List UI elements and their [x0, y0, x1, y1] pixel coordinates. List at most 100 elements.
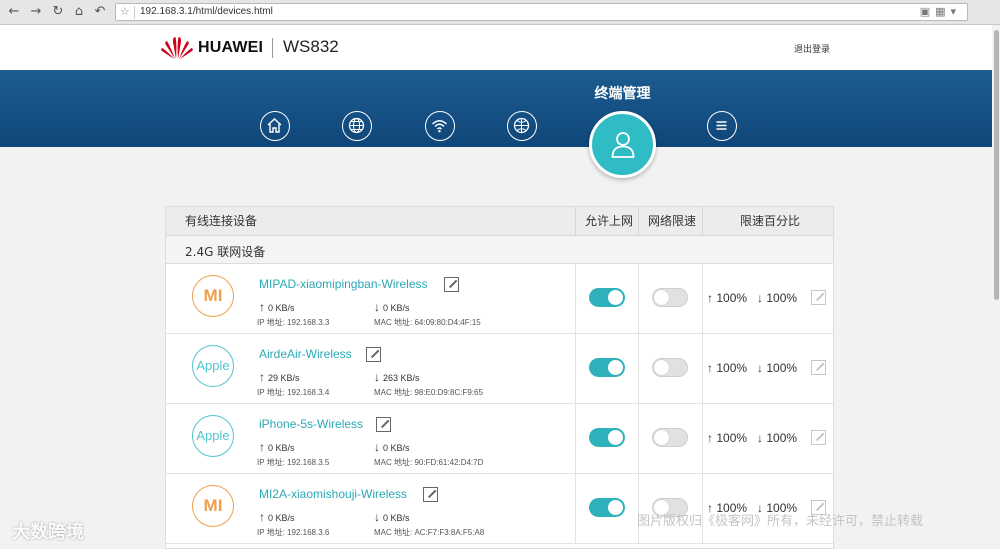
column-divider [702, 474, 703, 544]
device-name: MIPAD-xiaomipingban-Wireless [259, 277, 428, 291]
table-row: MI MI2A-xiaomishouji-Wireless ↑ 0 KB/s ↓ 0… [166, 474, 833, 544]
edit-percent-icon[interactable] [811, 430, 826, 445]
back-icon[interactable]: ← [6, 4, 22, 20]
header-limit: 网络限速 [648, 214, 697, 228]
column-divider [575, 404, 576, 474]
upload-rate: ↑ 0 KB/s [259, 440, 295, 454]
download-percent: ↓ 100% [757, 291, 797, 305]
mac-address: MAC 地址: 90:FD:61:42:D4:7D [374, 458, 484, 467]
edit-name-icon[interactable] [423, 487, 438, 502]
home-icon [267, 118, 282, 133]
upload-percent: ↑ 100% [707, 291, 747, 305]
wifi-icon [432, 120, 447, 133]
table-row: MI MIPAD-xiaomipingban-Wireless ↑ 0 KB/s … [166, 264, 833, 334]
nav-network-button[interactable] [507, 111, 537, 141]
download-arrow-icon: ↓ [757, 291, 763, 305]
allow-internet-toggle[interactable] [589, 498, 625, 517]
download-value: 263 KB/s [383, 373, 420, 383]
scrollbar-thumb[interactable] [994, 30, 999, 300]
header-divider [638, 207, 639, 236]
edit-percent-icon[interactable] [811, 360, 826, 375]
ip-address: IP 地址: 192.168.3.4 [257, 388, 330, 397]
address-tools-icons[interactable]: ▣▦▾ [920, 5, 961, 18]
upload-percent-value: 100% [716, 431, 748, 445]
upload-arrow-icon: ↑ [707, 291, 713, 305]
upload-rate: ↑ 0 KB/s [259, 510, 295, 524]
upload-rate: ↑ 0 KB/s [259, 300, 295, 314]
header-percent: 限速百分比 [740, 214, 801, 228]
nav-more-button[interactable] [707, 111, 737, 141]
url-text[interactable]: 192.168.3.1/html/devices.html [140, 6, 273, 17]
column-divider [702, 264, 703, 334]
menu-icon [716, 121, 727, 130]
device-icon: MI [192, 275, 234, 317]
mac-address: MAC 地址: AC:F7:F3:8A:F5:A8 [374, 528, 485, 537]
allow-internet-toggle[interactable] [589, 428, 625, 447]
nav-home-button[interactable] [260, 111, 290, 141]
upload-arrow-icon: ↑ [707, 431, 713, 445]
speed-limit-toggle[interactable] [652, 428, 688, 447]
watermark-left: 大数跨境 [12, 522, 84, 543]
forward-icon[interactable]: → [28, 4, 44, 20]
upload-percent-value: 100% [716, 291, 748, 305]
nav-wifi-button[interactable] [425, 111, 455, 141]
edit-name-icon[interactable] [376, 417, 391, 432]
nav-devices-button[interactable] [589, 111, 656, 178]
toggle-knob [654, 290, 669, 305]
ip-address: IP 地址: 192.168.3.6 [257, 528, 330, 537]
upload-percent: ↑ 100% [707, 431, 747, 445]
nav-internet-button[interactable] [342, 111, 372, 141]
ip-address: IP 地址: 192.168.3.3 [257, 318, 330, 327]
column-divider [638, 404, 639, 474]
device-name: MI2A-xiaomishouji-Wireless [259, 487, 408, 501]
toggle-knob [654, 430, 669, 445]
download-rate: ↓ 0 KB/s [374, 440, 410, 454]
toggle-knob [608, 360, 623, 375]
upload-value: 29 KB/s [268, 373, 300, 383]
download-value: 0 KB/s [383, 303, 410, 313]
column-divider [702, 334, 703, 404]
globe-icon [348, 117, 365, 134]
column-divider [638, 264, 639, 334]
download-percent: ↓ 100% [757, 361, 797, 375]
speed-limit-toggle[interactable] [652, 288, 688, 307]
edit-name-icon[interactable] [444, 277, 459, 292]
device-name: iPhone-5s-Wireless [259, 417, 364, 431]
download-percent-value: 100% [766, 291, 798, 305]
download-percent-value: 100% [766, 361, 798, 375]
allow-internet-toggle[interactable] [589, 358, 625, 377]
speed-limit-toggle[interactable] [652, 358, 688, 377]
group-label: 2.4G 联网设备 [185, 245, 266, 259]
bookmark-star-icon[interactable]: ☆ [120, 5, 130, 18]
watermark-right: 图片版权归《极客网》所有，未经许可，禁止转载 [637, 514, 924, 529]
download-percent: ↓ 100% [757, 431, 797, 445]
device-icon: Apple [192, 345, 234, 387]
edit-percent-icon[interactable] [811, 290, 826, 305]
address-bar[interactable]: ☆ 192.168.3.1/html/devices.html ▣▦▾ [115, 3, 968, 21]
download-rate: ↓ 0 KB/s [374, 510, 410, 524]
column-divider [575, 264, 576, 334]
upload-value: 0 KB/s [268, 303, 295, 313]
header-allow: 允许上网 [585, 214, 634, 228]
column-divider [575, 334, 576, 404]
upload-arrow-icon: ↑ [707, 361, 713, 375]
table-row: Apple AirdeAir-Wireless ↑ 29 KB/s ↓ 263 KB… [166, 334, 833, 404]
toggle-knob [654, 360, 669, 375]
brand-divider [272, 38, 273, 58]
upload-percent-value: 100% [716, 361, 748, 375]
device-icon: Apple [192, 415, 234, 457]
logout-link[interactable]: 退出登录 [794, 42, 830, 55]
allow-internet-toggle[interactable] [589, 288, 625, 307]
download-arrow-icon: ↓ [374, 510, 380, 524]
download-arrow-icon: ↓ [757, 361, 763, 375]
header-device: 有线连接设备 [185, 214, 258, 228]
browser-toolbar: ← → ↻ ⌂ ↶ ☆ 192.168.3.1/html/devices.htm… [0, 0, 1000, 25]
undo-icon[interactable]: ↶ [92, 4, 108, 20]
table-header: 有线连接设备 允许上网 网络限速 限速百分比 [166, 207, 833, 236]
device-icon: MI [192, 485, 234, 527]
upload-arrow-icon: ↑ [259, 300, 265, 314]
edit-name-icon[interactable] [366, 347, 381, 362]
download-arrow-icon: ↓ [374, 440, 380, 454]
home-icon[interactable]: ⌂ [71, 4, 87, 20]
reload-icon[interactable]: ↻ [50, 4, 66, 20]
